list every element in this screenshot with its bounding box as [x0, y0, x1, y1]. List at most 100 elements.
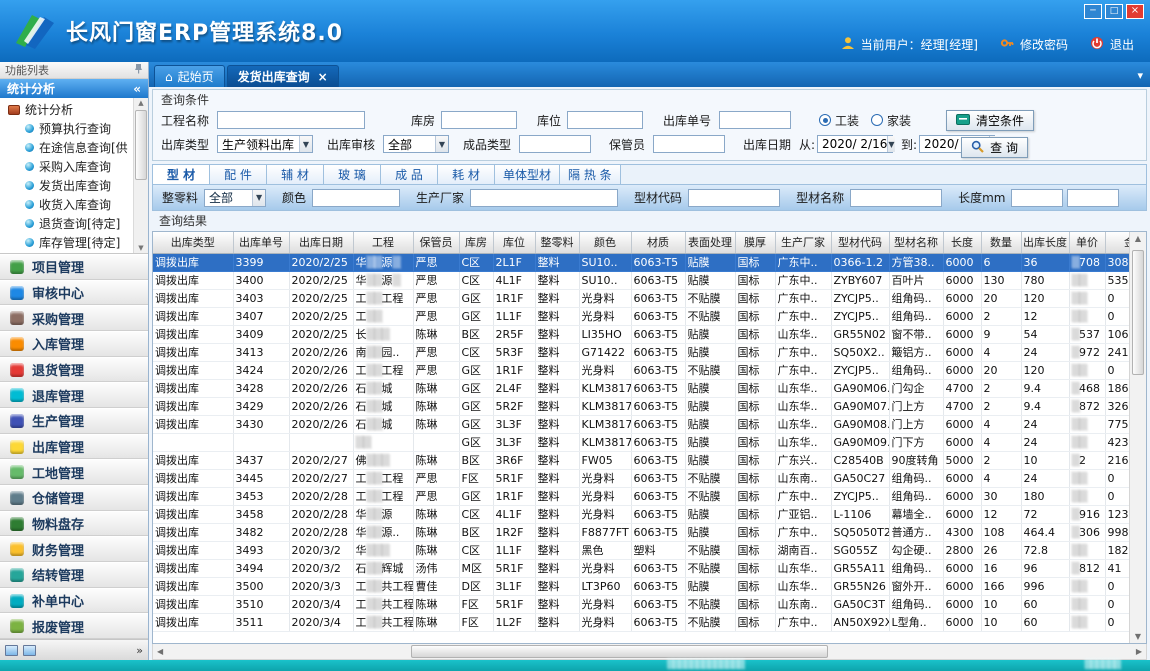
column-header[interactable]: 出库长度 — [1021, 232, 1069, 253]
column-header[interactable]: 型材代码 — [831, 232, 889, 253]
project-name-input[interactable] — [217, 111, 365, 129]
table-row[interactable]: 调拨出库34242020/2/26工▒▒工程严思G区1R1F整料光身料6063-… — [153, 361, 1129, 379]
material-tab[interactable]: 型 材 — [153, 165, 210, 184]
vertical-scrollbar-thumb[interactable] — [1132, 250, 1144, 375]
table-row[interactable]: 调拨出库34582020/2/28华▒▒源陈琳C区4L1F整料光身料6063-T… — [153, 505, 1129, 523]
table-row[interactable]: 调拨出库34282020/2/26石▒▒城陈琳G区2L4F整料KLM381760… — [153, 379, 1129, 397]
sidebar-menu-item[interactable]: 报废管理 — [0, 613, 148, 639]
column-header[interactable]: 金额 — [1105, 232, 1129, 253]
work-install-radio[interactable] — [819, 114, 831, 126]
scroll-up-icon[interactable]: ▲ — [138, 99, 143, 107]
sidebar-menu-item[interactable]: 退货管理 — [0, 357, 148, 383]
table-row[interactable]: 调拨出库34302020/2/26石▒▒城陈琳G区3L3F整料KLM381760… — [153, 415, 1129, 433]
table-row[interactable]: 调拨出库35112020/3/4工▒▒共工程陈琳F区1L2F整料光身料6063-… — [153, 613, 1129, 631]
table-row[interactable]: 调拨出库35102020/3/4工▒▒共工程陈琳F区5R1F整料光身料6063-… — [153, 595, 1129, 613]
table-row[interactable]: 调拨出库34822020/2/28华▒▒源..陈琳B区1R2F整料F8877FT… — [153, 523, 1129, 541]
whole-part-select[interactable]: 全部 ▼ — [204, 189, 266, 207]
column-header[interactable]: 表面处理 — [685, 232, 735, 253]
material-tab[interactable]: 耗 材 — [438, 165, 495, 184]
tree-item[interactable]: 预算执行查询 — [0, 119, 133, 138]
date-from-picker[interactable]: 2020/ 2/16 ▼ — [817, 135, 893, 153]
material-tab[interactable]: 玻 璃 — [324, 165, 381, 184]
table-row[interactable]: 调拨出库34092020/2/25长▒▒▒陈琳B区2R5F整料LI35HO606… — [153, 325, 1129, 343]
table-row[interactable]: 调拨出库35002020/3/3工▒▒共工程曹佳D区3L1F整料LT3P6060… — [153, 577, 1129, 595]
color-input[interactable] — [312, 189, 400, 207]
sidebar-menu-item[interactable]: 生产管理 — [0, 408, 148, 434]
minimize-button[interactable]: ─ — [1084, 4, 1102, 19]
length-from-input[interactable] — [1011, 189, 1063, 207]
table-row[interactable]: ▒▒G区3L3F整料KLM38176063-T5贴膜国标山东华..GA90M09… — [153, 433, 1129, 451]
scroll-left-icon[interactable]: ◀ — [157, 647, 163, 656]
column-header[interactable]: 颜色 — [579, 232, 631, 253]
material-tab[interactable]: 单体型材 — [495, 165, 560, 184]
tree-scrollbar-thumb[interactable] — [135, 110, 147, 180]
tree-item[interactable]: 采购入库查询 — [0, 157, 133, 176]
sidebar-menu-item[interactable]: 退库管理 — [0, 382, 148, 408]
vertical-scrollbar[interactable]: ▲ ▼ — [1129, 232, 1146, 643]
tree-scrollbar[interactable]: ▲ ▼ — [133, 98, 148, 253]
column-header[interactable]: 膜厚 — [735, 232, 775, 253]
sidebar-menu-item[interactable]: 入库管理 — [0, 331, 148, 357]
material-tab[interactable]: 隔 热 条 — [560, 165, 621, 184]
material-tab[interactable]: 配 件 — [210, 165, 267, 184]
column-header[interactable]: 出库类型 — [153, 232, 233, 253]
column-header[interactable]: 出库日期 — [289, 232, 353, 253]
tree-item[interactable]: 收货入库查询 — [0, 195, 133, 214]
table-row[interactable]: 调拨出库34372020/2/27佛▒▒▒陈琳B区3R6F整料FW056063-… — [153, 451, 1129, 469]
column-header[interactable]: 材质 — [631, 232, 685, 253]
location-input[interactable] — [567, 111, 643, 129]
keeper-input[interactable] — [653, 135, 725, 153]
product-type-input[interactable] — [519, 135, 591, 153]
tree-item[interactable]: 发货出库查询 — [0, 176, 133, 195]
sidebar-menu-item[interactable]: 物料盘存 — [0, 511, 148, 537]
sidebar-menu-item[interactable]: 出库管理 — [0, 434, 148, 460]
close-tab-icon[interactable]: × — [318, 70, 328, 84]
column-header[interactable]: 生产厂家 — [775, 232, 831, 253]
out-type-select[interactable]: 生产领料出库 ▼ — [217, 135, 313, 153]
table-row[interactable]: 调拨出库34072020/2/25工▒▒严思G区1L1F整料光身料6063-T5… — [153, 307, 1129, 325]
tab-start-page[interactable]: ⌂起始页 — [154, 65, 225, 87]
table-row[interactable]: 调拨出库34452020/2/27工▒▒工程严思F区5R1F整料光身料6063-… — [153, 469, 1129, 487]
column-header[interactable]: 保管员 — [413, 232, 459, 253]
tree-item[interactable]: 在途信息查询[供 — [0, 138, 133, 157]
horizontal-scrollbar-thumb[interactable] — [411, 645, 828, 658]
sidebar-menu-item[interactable]: 财务管理 — [0, 536, 148, 562]
column-header[interactable]: 型材名称 — [889, 232, 943, 253]
column-header[interactable]: 整零料 — [535, 232, 579, 253]
scroll-up-icon[interactable]: ▲ — [1135, 234, 1141, 243]
sidebar-menu-item[interactable]: 仓储管理 — [0, 485, 148, 511]
clear-conditions-button[interactable]: 清空条件 — [946, 110, 1034, 131]
sidebar-menu-item[interactable]: 项目管理 — [0, 254, 148, 280]
warehouse-input[interactable] — [441, 111, 517, 129]
length-to-input[interactable] — [1067, 189, 1119, 207]
sidebar-section-header[interactable]: 统计分析 « — [0, 79, 148, 98]
more-button[interactable]: » — [136, 644, 143, 657]
scroll-right-icon[interactable]: ▶ — [1136, 647, 1142, 656]
chevron-down-icon[interactable]: ▾ — [1137, 69, 1143, 82]
audit-select[interactable]: 全部 ▼ — [383, 135, 449, 153]
app-shortcut-icon[interactable] — [5, 645, 18, 656]
home-install-radio[interactable] — [871, 114, 883, 126]
order-no-input[interactable] — [719, 111, 791, 129]
horizontal-scrollbar[interactable]: ◀ ▶ — [152, 644, 1147, 660]
table-row[interactable]: 调拨出库33992020/2/25华▒▒源▒严思C区2L1F整料SU10..60… — [153, 253, 1129, 271]
material-tab[interactable]: 辅 材 — [267, 165, 324, 184]
tree-root-statistics[interactable]: 统计分析 — [0, 100, 133, 119]
column-header[interactable]: 长度 — [943, 232, 981, 253]
sidebar-menu-item[interactable]: 工地管理 — [0, 459, 148, 485]
table-row[interactable]: 调拨出库34132020/2/26南▒▒园..严思C区5R3F整料G714226… — [153, 343, 1129, 361]
maximize-button[interactable]: □ — [1105, 4, 1123, 19]
sidebar-menu-item[interactable]: 审核中心 — [0, 280, 148, 306]
sidebar-menu-item[interactable]: 采购管理 — [0, 305, 148, 331]
scroll-down-icon[interactable]: ▼ — [1135, 632, 1141, 641]
profile-code-input[interactable] — [688, 189, 780, 207]
column-header[interactable]: 数量 — [981, 232, 1021, 253]
tab-active-document[interactable]: 发货出库查询× — [227, 65, 339, 87]
sidebar-menu-item[interactable]: 补单中心 — [0, 588, 148, 614]
material-tab[interactable]: 成 品 — [381, 165, 438, 184]
scroll-down-icon[interactable]: ▼ — [138, 244, 143, 252]
tree-item[interactable]: 库存管理[待定] — [0, 233, 133, 252]
column-header[interactable]: 单价 — [1069, 232, 1105, 253]
pin-icon[interactable] — [134, 63, 143, 77]
table-row[interactable]: 调拨出库34942020/3/2石▒▒辉城汤伟M区5R1F整料光身料6063-T… — [153, 559, 1129, 577]
